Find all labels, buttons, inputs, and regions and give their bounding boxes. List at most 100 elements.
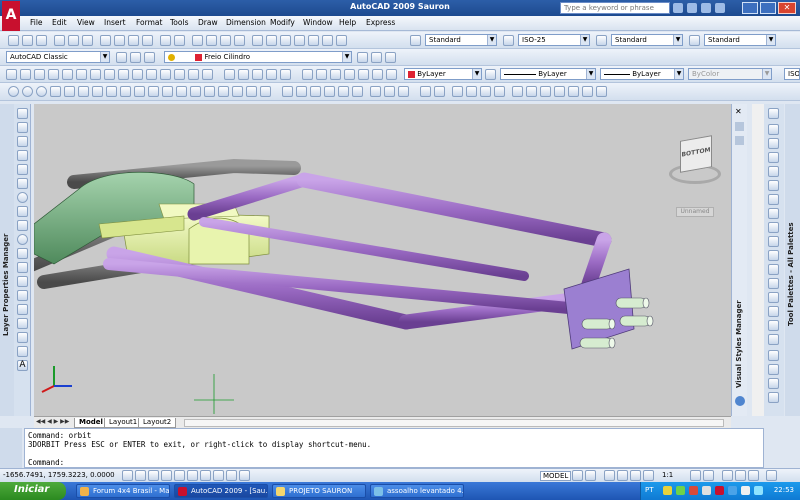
bring-front-icon[interactable] [768,364,779,375]
ellipse-arc-icon[interactable] [17,248,28,259]
properties-icon[interactable] [252,35,263,46]
extrude-icon[interactable] [148,86,159,97]
ducs-icon[interactable] [200,470,211,481]
imprint-icon[interactable] [494,86,505,97]
union-icon[interactable] [218,86,229,97]
auto-scale-icon[interactable] [703,470,714,481]
erase-icon[interactable] [768,108,779,119]
osnap-icon[interactable] [174,470,185,481]
zoom-realtime-icon[interactable] [206,35,217,46]
rectangle-icon[interactable] [17,164,28,175]
qp-icon[interactable] [239,470,250,481]
steeringwheel-icon[interactable] [630,470,641,481]
taskbar-item-folder[interactable]: PROJETO SAURON [272,484,366,498]
start-button[interactable]: Iniciar [0,482,66,500]
ucs-world-icon[interactable] [20,69,31,80]
ucs-previous-icon[interactable] [34,69,45,80]
clock[interactable]: 22:53 [774,486,794,494]
tab-layout2[interactable]: Layout2 [138,418,177,428]
command-prompt[interactable]: Command: [28,458,760,467]
design-center-icon[interactable] [266,35,277,46]
slice-icon[interactable] [452,86,463,97]
hatch-icon[interactable] [17,304,28,315]
lights-icon[interactable] [384,86,395,97]
layer-combo[interactable]: Freio Cilindro ▼ [164,51,352,63]
lwt-icon[interactable] [226,470,237,481]
thicken-icon[interactable] [466,86,477,97]
dyn-icon[interactable] [213,470,224,481]
linetype-combo[interactable]: ByLayer ▼ [500,68,596,80]
planar-surface-icon[interactable] [134,86,145,97]
point-icon[interactable] [17,290,28,301]
materials-icon[interactable] [398,86,409,97]
ucs-origin-icon[interactable] [90,69,101,80]
coordinates-readout[interactable]: -1656.7491, 1759.3223, 0.0000 [3,471,115,479]
favorites-icon[interactable] [701,3,711,13]
3d-move-icon[interactable] [260,86,271,97]
plot-icon[interactable] [54,35,65,46]
construction-line-icon[interactable] [17,122,28,133]
text-style-combo[interactable]: Standard ▼ [425,34,497,46]
lock-icon[interactable] [735,470,746,481]
ucs-manager-icon[interactable] [202,69,213,80]
copy-object-icon[interactable] [768,124,779,135]
layer-properties-icon[interactable] [130,52,141,63]
fly-icon[interactable] [358,69,369,80]
tray-app-icon[interactable] [676,486,685,495]
break-point-icon[interactable] [768,264,779,275]
wedge-icon[interactable] [36,86,47,97]
table-style-combo[interactable]: Standard ▼ [611,34,683,46]
view-top-icon[interactable] [224,69,235,80]
paste-icon[interactable] [128,35,139,46]
open-icon[interactable] [22,35,33,46]
menu-dimension[interactable]: Dimension [226,18,266,27]
tray-settings-icon[interactable] [748,470,759,481]
sphere-icon[interactable] [64,86,75,97]
volume-icon[interactable] [741,486,750,495]
explode-icon[interactable] [768,334,779,345]
annotation-scale[interactable]: 1:1 [662,471,673,479]
tray-app-icon[interactable] [663,486,672,495]
menu-modify[interactable]: Modify [270,18,295,27]
menu-file[interactable]: File [30,18,43,27]
view-left-icon[interactable] [252,69,263,80]
vs-3d-wireframe-icon[interactable] [296,86,307,97]
view-front-icon[interactable] [280,69,291,80]
palette-properties-icon[interactable] [735,136,744,145]
3d-rotate-icon[interactable] [554,86,565,97]
vertical-scrollbar[interactable] [752,104,764,416]
table-style-icon[interactable] [596,35,607,46]
layer-properties-palette-tab[interactable]: Layer Properties Manager [0,104,14,416]
circle-icon[interactable] [17,192,28,203]
ucs-icon[interactable] [6,69,17,80]
make-current-icon[interactable] [357,52,368,63]
vs-conceptual-icon[interactable] [338,86,349,97]
tab-model[interactable]: Model [74,418,108,428]
autohide-icon[interactable] [735,122,744,131]
ucs-z-icon[interactable] [160,69,171,80]
ortho-icon[interactable] [148,470,159,481]
search-input[interactable]: Type a keyword or phrase [560,2,670,14]
mleader-style-combo[interactable]: Standard ▼ [704,34,776,46]
chamfer-icon[interactable] [768,306,779,317]
zoom-window-icon[interactable] [220,35,231,46]
tray-app-icon[interactable] [728,486,737,495]
stretch-icon[interactable] [768,222,779,233]
continuous-orbit-icon[interactable] [330,69,341,80]
layer-previous-icon[interactable] [371,52,382,63]
rotate-icon[interactable] [768,194,779,205]
text-style-icon[interactable] [410,35,421,46]
tool-palettes-icon[interactable] [280,35,291,46]
pyramid-icon[interactable] [106,86,117,97]
snap-icon[interactable] [122,470,133,481]
redo-icon[interactable] [174,35,185,46]
polygon-icon[interactable] [17,150,28,161]
tool-palettes-tab[interactable]: Tool Palettes - All Palettes [785,104,800,416]
pan-icon[interactable] [192,35,203,46]
taskbar-item-autocad[interactable]: AutoCAD 2009 - [Sau... [174,484,268,498]
menu-view[interactable]: View [77,18,95,27]
ucs-zaxis-icon[interactable] [104,69,115,80]
offset-icon[interactable] [768,152,779,163]
horizontal-scrollbar[interactable] [184,419,724,427]
multiline-text-icon[interactable]: A [17,360,28,371]
